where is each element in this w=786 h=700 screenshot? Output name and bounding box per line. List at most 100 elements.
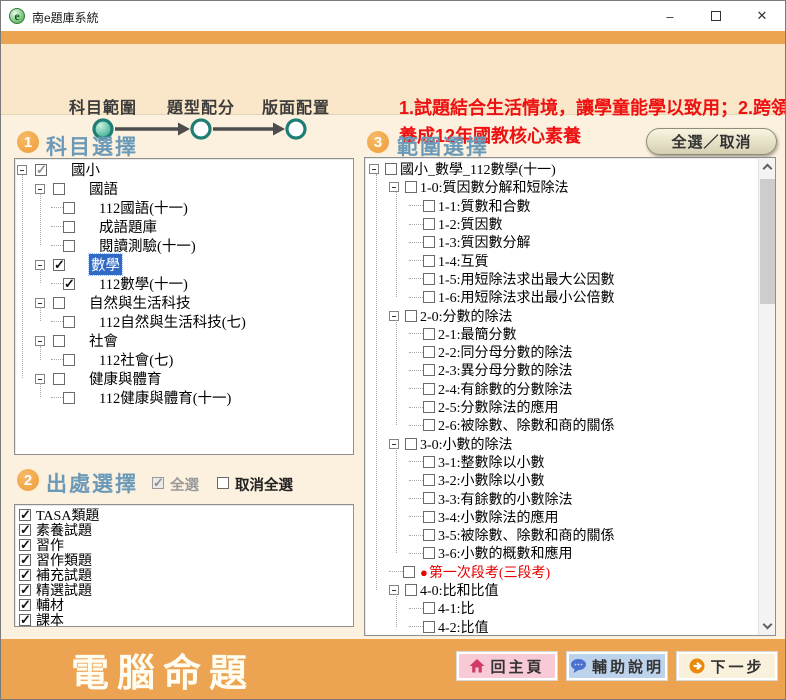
tree-node[interactable]: 數學 — [35, 255, 353, 274]
node-label[interactable]: 3-6:小數的概數和應用 — [438, 543, 573, 563]
tree-node[interactable]: 1-6:用短除法求出最小公倍數 — [409, 288, 775, 306]
list-item[interactable]: 精選試題 — [15, 582, 353, 597]
node-label[interactable]: 2-1:最簡分數 — [438, 324, 517, 344]
minimize-button[interactable]: – — [647, 1, 693, 31]
collapse-icon[interactable] — [389, 585, 399, 595]
tree-node[interactable]: 112國語(十一) — [51, 198, 353, 217]
node-label[interactable]: 2-4:有餘數的分數除法 — [438, 379, 573, 399]
node-label[interactable]: 國語 — [89, 178, 118, 199]
tree-node[interactable]: 3-5:被除數、除數和商的關係 — [409, 526, 775, 544]
node-checkbox[interactable] — [423, 474, 435, 486]
node-label[interactable]: 112自然與生活科技(七) — [99, 311, 246, 332]
node-label[interactable]: 112社會(七) — [99, 349, 173, 370]
node-label[interactable]: 3-4:小數除法的應用 — [438, 507, 559, 527]
node-checkbox[interactable] — [423, 492, 435, 504]
node-label[interactable]: 1-4:互質 — [438, 251, 489, 271]
node-checkbox[interactable] — [35, 164, 47, 176]
node-label[interactable]: 國小 — [71, 159, 100, 180]
tree-node[interactable]: 3-4:小數除法的應用 — [409, 508, 775, 526]
range-scrollbar[interactable] — [758, 158, 775, 635]
node-label[interactable]: 2-0:分數的除法 — [420, 306, 513, 326]
node-label[interactable]: 2-6:被除數、除數和商的關係 — [438, 415, 615, 435]
node-label[interactable]: 3-0:小數的除法 — [420, 434, 513, 454]
node-checkbox[interactable] — [63, 354, 75, 366]
tree-node[interactable]: 112健康與體育(十一) — [51, 388, 353, 407]
tree-node[interactable]: 4-2:比值 — [409, 617, 775, 635]
node-checkbox[interactable] — [423, 547, 435, 559]
node-checkbox[interactable] — [423, 602, 435, 614]
node-checkbox[interactable] — [53, 335, 65, 347]
node-label[interactable]: 4-2:比值 — [438, 617, 489, 636]
item-checkbox[interactable] — [19, 554, 31, 566]
select-all-toggle-button[interactable]: 全選／取消 — [646, 128, 777, 155]
node-checkbox[interactable] — [53, 183, 65, 195]
close-button[interactable]: ✕ — [739, 1, 785, 31]
node-checkbox[interactable] — [423, 511, 435, 523]
collapse-icon[interactable] — [369, 164, 379, 174]
node-label[interactable]: 1-1:質數和合數 — [438, 196, 531, 216]
tree-node[interactable]: 國語 — [35, 179, 353, 198]
help-button[interactable]: 輔助說明 — [567, 652, 667, 680]
node-checkbox[interactable] — [403, 566, 415, 578]
node-checkbox[interactable] — [423, 364, 435, 376]
node-label[interactable]: 1-0:質因數分解和短除法 — [420, 177, 569, 197]
tree-node[interactable]: 2-1:最簡分數 — [409, 325, 775, 343]
collapse-icon[interactable] — [389, 311, 399, 321]
node-checkbox[interactable] — [423, 529, 435, 541]
node-checkbox[interactable] — [423, 419, 435, 431]
tree-node[interactable]: 2-4:有餘數的分數除法 — [409, 380, 775, 398]
list-item[interactable]: 課本 — [15, 612, 353, 627]
collapse-icon[interactable] — [389, 439, 399, 449]
tree-node[interactable]: 2-2:同分母分數的除法 — [409, 343, 775, 361]
node-label[interactable]: 4-1:比 — [438, 598, 475, 618]
tree-node[interactable]: 1-2:質因數 — [409, 215, 775, 233]
node-checkbox[interactable] — [423, 255, 435, 267]
node-checkbox[interactable] — [63, 278, 75, 290]
node-label[interactable]: 112健康與體育(十一) — [99, 387, 231, 408]
node-label[interactable]: 2-3:異分母分數的除法 — [438, 360, 573, 380]
tree-node[interactable]: 112社會(七) — [51, 350, 353, 369]
node-checkbox[interactable] — [405, 438, 417, 450]
node-checkbox[interactable] — [405, 310, 417, 322]
tree-node[interactable]: 4-0:比和比值 — [389, 581, 775, 599]
collapse-icon[interactable] — [35, 260, 45, 270]
node-checkbox[interactable] — [423, 401, 435, 413]
node-checkbox[interactable] — [423, 621, 435, 633]
node-checkbox[interactable] — [423, 328, 435, 340]
tree-node[interactable]: 自然與生活科技 — [35, 293, 353, 312]
node-checkbox[interactable] — [423, 200, 435, 212]
scroll-up-icon[interactable] — [763, 164, 773, 174]
node-label[interactable]: 數學 — [89, 254, 122, 275]
collapse-icon[interactable] — [35, 298, 45, 308]
node-label[interactable]: 112國語(十一) — [99, 197, 188, 218]
node-checkbox[interactable] — [53, 259, 65, 271]
tree-node[interactable]: 1-0:質因數分解和短除法 — [389, 178, 775, 196]
list-item[interactable]: 素養試題 — [15, 522, 353, 537]
node-label[interactable]: 1-3:質因數分解 — [438, 232, 531, 252]
node-checkbox[interactable] — [423, 456, 435, 468]
node-checkbox[interactable] — [63, 316, 75, 328]
node-label[interactable]: 社會 — [89, 330, 118, 351]
node-label[interactable]: 2-5:分數除法的應用 — [438, 397, 559, 417]
node-label[interactable]: 自然與生活科技 — [89, 292, 191, 313]
tree-node[interactable]: 閱讀測驗(十一) — [51, 236, 353, 255]
node-label[interactable]: 2-2:同分母分數的除法 — [438, 342, 573, 362]
node-label[interactable]: 1-2:質因數 — [438, 214, 503, 234]
collapse-icon[interactable] — [17, 165, 27, 175]
node-checkbox[interactable] — [63, 240, 75, 252]
node-checkbox[interactable] — [423, 218, 435, 230]
tree-node[interactable]: 112數學(十一) — [51, 274, 353, 293]
node-label[interactable]: 成語題庫 — [99, 216, 157, 237]
maximize-button[interactable] — [693, 1, 739, 31]
node-checkbox[interactable] — [385, 163, 397, 175]
node-label[interactable]: ●第一次段考(三段考) — [418, 562, 550, 582]
node-checkbox[interactable] — [53, 297, 65, 309]
node-label[interactable]: 3-5:被除數、除數和商的關係 — [438, 525, 615, 545]
node-checkbox[interactable] — [423, 346, 435, 358]
node-label[interactable]: 3-1:整數除以小數 — [438, 452, 545, 472]
item-checkbox[interactable] — [19, 584, 31, 596]
node-checkbox[interactable] — [63, 392, 75, 404]
tree-node[interactable]: 2-0:分數的除法 — [389, 306, 775, 324]
node-label[interactable]: 閱讀測驗(十一) — [99, 235, 196, 256]
tree-node[interactable]: 3-1:整數除以小數 — [409, 453, 775, 471]
